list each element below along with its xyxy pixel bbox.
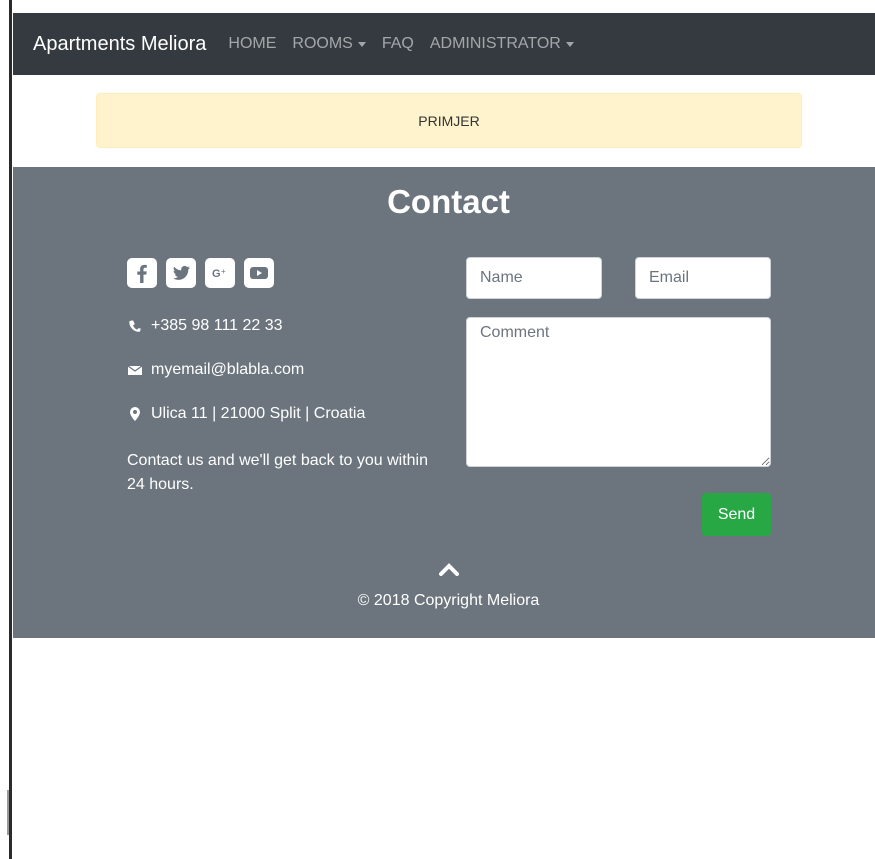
email-field[interactable] — [635, 257, 771, 299]
comment-field[interactable] — [466, 317, 771, 467]
facebook-icon[interactable] — [127, 258, 157, 288]
phone-number[interactable]: +385 98 111 22 33 — [151, 317, 283, 335]
navbar-brand[interactable]: Apartments Meliora — [33, 33, 206, 56]
youtube-icon[interactable] — [244, 258, 274, 288]
nav-home-label: HOME — [228, 35, 277, 52]
navbar: Apartments Meliora HOME ROOMS FAQ ADMINI… — [13, 13, 875, 75]
social-links: G + — [127, 258, 274, 288]
nav-rooms-dropdown[interactable]: ROOMS — [292, 35, 366, 53]
email-row: myemail@blabla.com — [127, 361, 304, 379]
caret-down-icon — [565, 41, 574, 47]
nav-administrator-label: ADMINISTRATOR — [429, 35, 561, 52]
send-button[interactable]: Send — [702, 493, 771, 536]
google-plus-icon[interactable]: G + — [205, 258, 235, 288]
twitter-icon[interactable] — [166, 258, 196, 288]
envelope-icon — [127, 362, 145, 378]
phone-icon — [127, 318, 145, 334]
contact-title: Contact — [387, 183, 510, 220]
phone-row: +385 98 111 22 33 — [127, 317, 283, 335]
name-field[interactable] — [466, 257, 602, 299]
contact-blurb: Contact us and we'll get back to you wit… — [127, 452, 428, 493]
window-left-border — [0, 0, 13, 859]
nav-faq[interactable]: FAQ — [382, 35, 414, 53]
map-marker-icon — [127, 406, 145, 422]
nav-administrator-dropdown[interactable]: ADMINISTRATOR — [430, 35, 574, 53]
contact-section: Contact G + +385 98 111 22 33 myemail@bla… — [13, 167, 875, 638]
chevron-up-icon[interactable] — [439, 562, 459, 576]
nav-rooms-label: ROOMS — [292, 35, 353, 52]
svg-text:G: G — [212, 268, 221, 280]
alert-banner: PRIMJER — [96, 93, 802, 148]
caret-down-icon — [357, 41, 366, 47]
svg-text:+: + — [221, 267, 226, 276]
email-address[interactable]: myemail@blabla.com — [151, 361, 304, 379]
copyright-text: © 2018 Copyright Meliora — [357, 592, 540, 609]
address-text: Ulica 11 | 21000 Split | Croatia — [151, 405, 366, 422]
alert-text: PRIMJER — [418, 112, 480, 129]
address-row: Ulica 11 | 21000 Split | Croatia — [127, 405, 365, 423]
nav-faq-label: FAQ — [381, 35, 414, 52]
nav-home[interactable]: HOME — [228, 35, 276, 53]
